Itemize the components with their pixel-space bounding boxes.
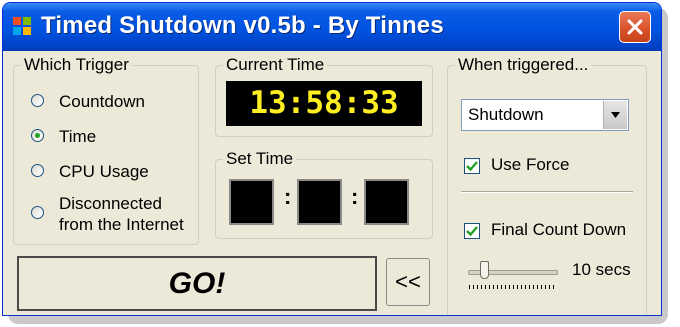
final-countdown-label: Final Count Down: [491, 220, 627, 239]
radio-countdown-label: Countdown: [59, 92, 146, 111]
set-time-seconds[interactable]: [364, 179, 409, 225]
title-bar[interactable]: Timed Shutdown v0.5b - By Tinnes: [3, 3, 661, 51]
collapse-button[interactable]: <<: [386, 258, 430, 306]
set-time-colon-2: :: [351, 184, 359, 209]
app-window: Timed Shutdown v0.5b - By Tinnes Which T…: [2, 2, 662, 316]
which-trigger-legend: Which Trigger: [24, 55, 129, 74]
countdown-value: 10 secs: [572, 260, 631, 279]
radio-time[interactable]: Time: [31, 126, 96, 147]
checkmark-icon: [466, 226, 478, 237]
close-icon: [627, 19, 643, 35]
set-time-colon-1: :: [284, 184, 292, 209]
radio-disconnected-circle[interactable]: [31, 206, 44, 219]
radio-cpu-usage-circle[interactable]: [31, 164, 44, 177]
action-select-dropdown-button[interactable]: [603, 101, 627, 129]
current-time-display: 13:58:33: [226, 81, 422, 126]
radio-cpu-usage[interactable]: CPU Usage: [31, 161, 149, 182]
radio-disconnected-label: Disconnected from the Internet: [59, 193, 184, 235]
use-force-checkbox[interactable]: [464, 158, 480, 174]
slider-ticks: [469, 285, 554, 289]
radio-disconnected-line1: Disconnected: [59, 194, 163, 213]
use-force-label: Use Force: [491, 155, 570, 174]
set-time-minutes[interactable]: [297, 179, 342, 225]
action-select-value: Shutdown: [468, 105, 544, 124]
countdown-slider-thumb[interactable]: [479, 261, 489, 279]
current-time-legend: Current Time: [226, 55, 325, 74]
options-divider: [461, 191, 633, 193]
checkmark-icon: [466, 161, 478, 172]
radio-time-circle[interactable]: [31, 129, 44, 142]
app-icon: [13, 17, 31, 35]
radio-time-label: Time: [59, 127, 97, 146]
radio-countdown[interactable]: Countdown: [31, 91, 145, 112]
action-select[interactable]: Shutdown: [461, 99, 629, 131]
set-time-legend: Set Time: [226, 149, 294, 168]
go-button[interactable]: GO!: [17, 256, 377, 311]
window-title: Timed Shutdown v0.5b - By Tinnes: [41, 12, 444, 39]
set-time-hours[interactable]: [229, 179, 274, 225]
radio-disconnected[interactable]: Disconnected from the Internet: [31, 193, 184, 235]
close-button[interactable]: [619, 11, 651, 43]
chevron-down-icon: [611, 112, 620, 118]
final-countdown-checkbox[interactable]: [464, 223, 480, 239]
when-triggered-legend: When triggered...: [458, 55, 589, 74]
radio-countdown-circle[interactable]: [31, 94, 44, 107]
radio-disconnected-line2: from the Internet: [59, 215, 184, 234]
radio-cpu-usage-label: CPU Usage: [59, 162, 149, 181]
